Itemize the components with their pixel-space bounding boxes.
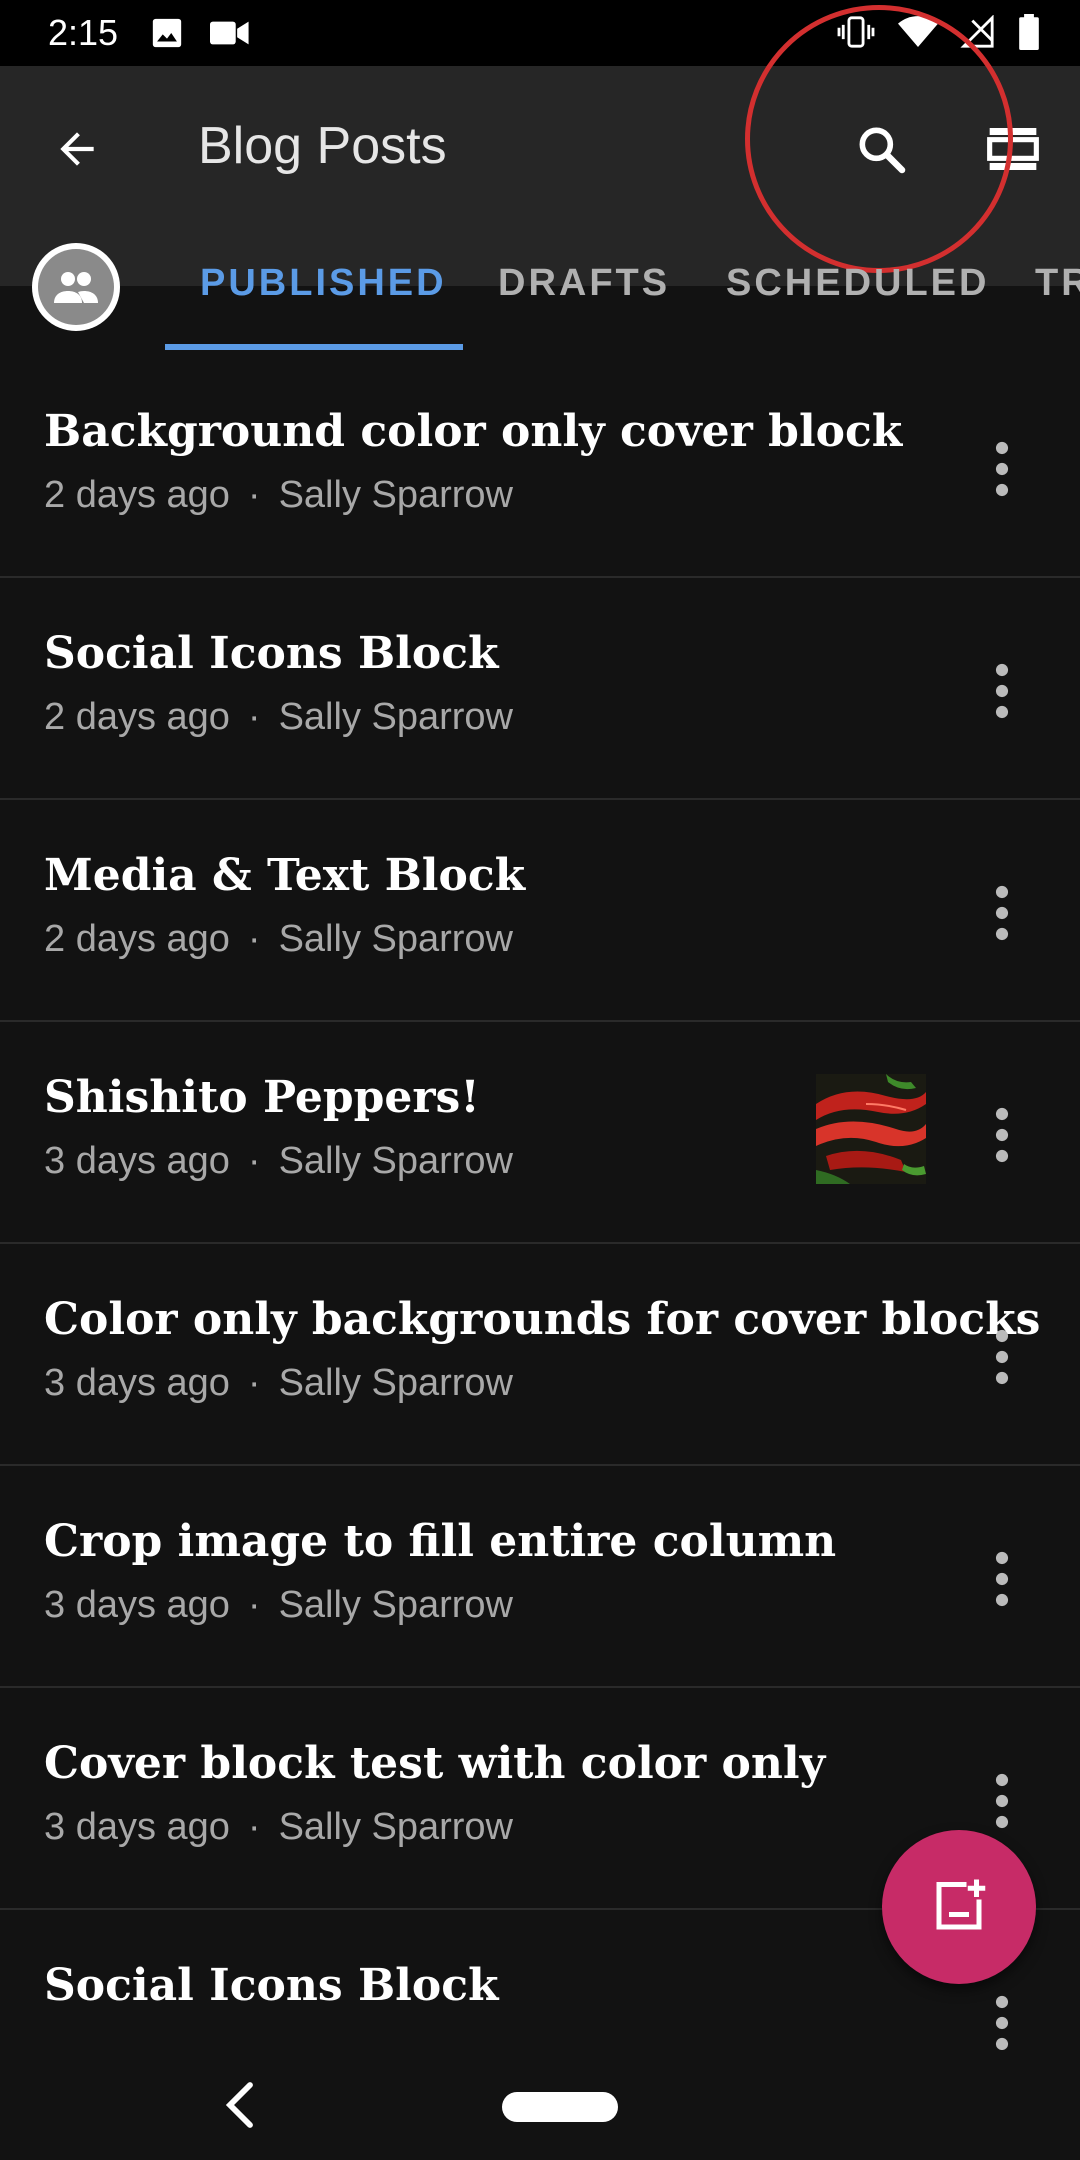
more-vert-icon [995,1995,1009,2051]
list-item[interactable]: Crop image to fill entire column 3 days … [0,1466,1080,1688]
post-title: Media & Text Block [44,850,526,901]
post-age: 3 days ago [44,1806,230,1848]
post-age: 3 days ago [44,1140,230,1182]
post-meta: 2 days ago · Sally Sparrow [44,474,513,517]
more-vert-icon [995,663,1009,719]
people-icon [54,272,98,303]
post-age: 3 days ago [44,1362,230,1404]
more-vert-icon [995,441,1009,497]
more-vert-icon [995,1551,1009,1607]
video-camera-icon [210,21,249,45]
more-vert-icon [995,1773,1009,1829]
post-author: Sally Sparrow [278,1584,513,1626]
more-vert-icon [995,1329,1009,1385]
highlight-circle [745,5,1013,273]
back-button[interactable] [44,116,110,182]
post-meta: 2 days ago · Sally Sparrow [44,918,513,961]
tab-indicator [165,344,463,350]
tab-trashed[interactable]: TR [1035,262,1080,305]
post-title: Social Icons Block [44,1960,499,2011]
meta-separator: · [247,1806,261,1848]
post-author: Sally Sparrow [278,1806,513,1848]
arrow-back-icon [60,132,94,166]
meta-separator: · [247,474,261,516]
list-item[interactable]: Shishito Peppers! 3 days ago · Sally Sparr… [0,1022,1080,1244]
post-meta: 3 days ago · Sally Sparrow [44,1806,513,1849]
post-age: 2 days ago [44,918,230,960]
post-meta: 3 days ago · Sally Sparrow [44,1362,513,1405]
status-time: 2:15 [48,12,119,53]
meta-separator: · [247,1584,261,1626]
nav-back-icon[interactable] [220,2080,260,2130]
more-options-button[interactable] [980,658,1024,724]
more-vert-icon [995,1107,1009,1163]
more-options-button[interactable] [980,1768,1024,1834]
meta-separator: · [247,918,261,960]
system-nav-bar [0,2050,1080,2160]
post-author: Sally Sparrow [278,1140,513,1182]
post-title: Shishito Peppers! [44,1072,480,1123]
post-thumbnail [816,1074,926,1184]
meta-separator: · [247,696,261,738]
nav-home-pill[interactable] [502,2092,618,2122]
tab-scheduled[interactable]: SCHEDULED [726,262,989,305]
post-title: Color only backgrounds for cover blocks [44,1294,1041,1345]
more-options-button[interactable] [980,1990,1024,2056]
site-avatar[interactable] [32,243,120,331]
post-author: Sally Sparrow [278,1362,513,1404]
post-author: Sally Sparrow [278,918,513,960]
post-age: 2 days ago [44,696,230,738]
new-post-icon [936,1879,986,1930]
battery-icon [1019,14,1039,50]
list-item[interactable]: Media & Text Block 2 days ago · Sally Spar… [0,800,1080,1022]
post-age: 2 days ago [44,474,230,516]
post-author: Sally Sparrow [278,696,513,738]
post-meta: 3 days ago · Sally Sparrow [44,1140,513,1183]
more-vert-icon [995,885,1009,941]
list-item[interactable]: Social Icons Block 2 days ago · Sally Spar… [0,578,1080,800]
list-item[interactable]: Background color only cover block 2 days… [0,356,1080,578]
post-meta: 3 days ago · Sally Sparrow [44,1584,513,1627]
meta-separator: · [247,1362,261,1404]
more-options-button[interactable] [980,1102,1024,1168]
post-title: Social Icons Block [44,628,499,679]
tab-published[interactable]: PUBLISHED [200,262,447,305]
page-title: Blog Posts [198,117,447,175]
more-options-button[interactable] [980,880,1024,946]
meta-separator: · [247,1140,261,1182]
new-post-button[interactable] [882,1830,1036,1984]
post-title: Crop image to fill entire column [44,1516,837,1567]
post-title: Cover block test with color only [44,1738,826,1789]
image-icon [152,18,182,48]
more-options-button[interactable] [980,436,1024,502]
post-title: Background color only cover block [44,406,903,457]
post-age: 3 days ago [44,1584,230,1626]
list-item[interactable]: Color only backgrounds for cover blocks … [0,1244,1080,1466]
post-meta: 2 days ago · Sally Sparrow [44,696,513,739]
tab-drafts[interactable]: DRAFTS [498,262,670,305]
more-options-button[interactable] [980,1546,1024,1612]
more-options-button[interactable] [980,1324,1024,1390]
post-author: Sally Sparrow [278,474,513,516]
